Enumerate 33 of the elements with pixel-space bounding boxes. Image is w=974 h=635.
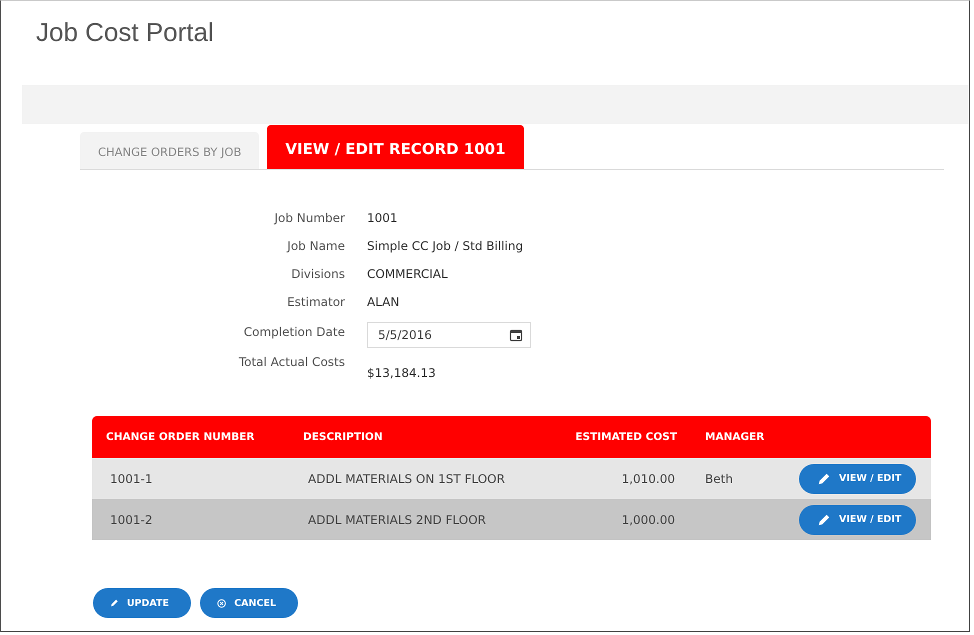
table-cell: ADDL MATERIALS ON 1ST FLOOR <box>308 472 505 486</box>
calendar-icon[interactable] <box>509 328 523 342</box>
field-label: Estimator <box>286 294 345 311</box>
field-value: COMMERCIAL <box>367 266 449 283</box>
field-label: Job Number <box>272 210 345 227</box>
field-value: $13,184.13 <box>367 365 437 382</box>
column-header: ESTIMATED COST <box>574 431 677 443</box>
update-button[interactable]: UPDATE <box>93 588 191 618</box>
view-edit-button[interactable]: VIEW / EDIT <box>799 464 916 494</box>
field-value: ALAN <box>367 294 400 311</box>
column-header: MANAGER <box>704 431 766 443</box>
tab[interactable]: VIEW / EDIT RECORD 1001 <box>267 125 524 169</box>
tab[interactable]: CHANGE ORDERS BY JOB <box>80 132 260 169</box>
table-cell: Beth <box>705 472 733 486</box>
table-cell: 1,000.00 <box>622 512 675 526</box>
view-edit-button[interactable]: VIEW / EDIT <box>799 504 916 534</box>
field-label: Job Name <box>286 238 345 255</box>
pencil-icon <box>817 472 831 486</box>
field-value: Simple CC Job / Std Billing <box>367 238 524 255</box>
table-cell: 1,010.00 <box>622 472 675 486</box>
page-title: Job Cost Portal <box>35 16 215 49</box>
field-label: Divisions <box>290 266 345 283</box>
table-cell: 1001-2 <box>110 512 153 526</box>
field-label: Total Actual Costs <box>238 354 345 371</box>
field-value: 1001 <box>367 210 399 227</box>
column-header: DESCRIPTION <box>302 431 384 443</box>
cancel-button[interactable]: CANCEL <box>200 588 298 618</box>
table-cell: ADDL MATERIALS 2ND FLOOR <box>308 512 486 526</box>
date-field[interactable]: 5/5/2016 <box>367 322 531 348</box>
pencil-icon <box>817 512 831 526</box>
field-label: Completion Date <box>242 324 345 341</box>
column-header: CHANGE ORDER NUMBER <box>105 431 256 443</box>
table-cell: 1001-1 <box>110 472 153 486</box>
